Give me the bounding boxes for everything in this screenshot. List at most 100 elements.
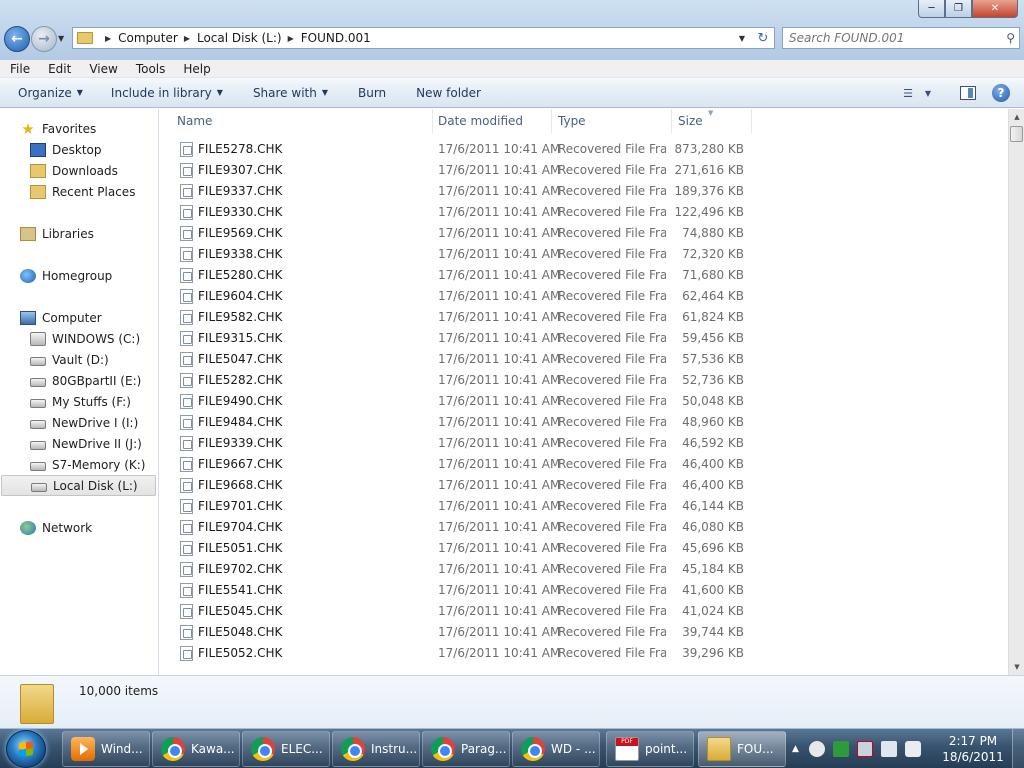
chevron-right-icon[interactable]: ▶: [184, 34, 190, 43]
table-row[interactable]: FILE9484.CHK 17/6/2011 10:41 AM Recovered …: [160, 412, 760, 433]
refresh-button[interactable]: ↻: [752, 27, 774, 49]
table-row[interactable]: FILE9668.CHK 17/6/2011 10:41 AM Recovered …: [160, 475, 760, 496]
table-row[interactable]: FILE9667.CHK 17/6/2011 10:41 AM Recovered …: [160, 454, 760, 475]
maximize-button[interactable]: ❐: [945, 0, 972, 18]
column-type[interactable]: Type: [552, 109, 672, 133]
menu-file[interactable]: File: [0, 62, 38, 76]
table-row[interactable]: FILE5051.CHK 17/6/2011 10:41 AM Recovered …: [160, 538, 760, 559]
chevron-right-icon[interactable]: ▶: [105, 34, 111, 43]
address-bar[interactable]: ▶ Computer ▶ Local Disk (L:) ▶ FOUND.001…: [72, 27, 775, 49]
show-hidden-icons-icon[interactable]: ▲: [792, 744, 799, 754]
table-row[interactable]: FILE9337.CHK 17/6/2011 10:41 AM Recovered …: [160, 181, 760, 202]
minimize-button[interactable]: ─: [918, 0, 945, 18]
table-row[interactable]: FILE9315.CHK 17/6/2011 10:41 AM Recovered …: [160, 328, 760, 349]
back-button[interactable]: ←: [4, 26, 30, 52]
taskbar-item-chrome-4[interactable]: Parag...: [422, 731, 510, 767]
table-row[interactable]: FILE9582.CHK 17/6/2011 10:41 AM Recovered …: [160, 307, 760, 328]
nav-recent-places[interactable]: Recent Places: [0, 181, 156, 202]
menu-view[interactable]: View: [79, 62, 125, 76]
nav-drive-l[interactable]: Local Disk (L:): [1, 475, 156, 496]
taskbar-item-pdf[interactable]: point...: [606, 731, 694, 767]
show-desktop-button[interactable]: [1012, 729, 1024, 768]
nav-drive-j[interactable]: NewDrive II (J:): [0, 433, 156, 454]
preview-pane-icon[interactable]: [960, 86, 976, 100]
table-row[interactable]: FILE9604.CHK 17/6/2011 10:41 AM Recovered …: [160, 286, 760, 307]
search-box[interactable]: ⚲: [782, 27, 1020, 49]
taskbar-item-chrome-5[interactable]: WD - ...: [512, 731, 600, 767]
vertical-scrollbar[interactable]: ▲ ▼: [1008, 109, 1024, 675]
table-row[interactable]: FILE5282.CHK 17/6/2011 10:41 AM Recovered …: [160, 370, 760, 391]
nav-drive-d[interactable]: Vault (D:): [0, 349, 156, 370]
table-row[interactable]: FILE9490.CHK 17/6/2011 10:41 AM Recovered …: [160, 391, 760, 412]
chat-icon[interactable]: [808, 741, 825, 757]
chevron-down-icon[interactable]: ▼: [920, 86, 936, 100]
taskbar-item-chrome-1[interactable]: Kawa...: [152, 731, 240, 767]
start-button[interactable]: [6, 730, 46, 768]
help-icon[interactable]: ?: [992, 84, 1010, 102]
view-details-icon[interactable]: ☰: [900, 86, 916, 100]
forward-button[interactable]: →: [31, 26, 57, 52]
menu-tools[interactable]: Tools: [126, 62, 174, 76]
menu-help[interactable]: Help: [173, 62, 218, 76]
clock[interactable]: 2:17 PM 18/6/2011: [938, 733, 1008, 765]
app-tray-icon[interactable]: [832, 741, 849, 757]
table-row[interactable]: FILE5048.CHK 17/6/2011 10:41 AM Recovered …: [160, 622, 760, 643]
table-row[interactable]: FILE9704.CHK 17/6/2011 10:41 AM Recovered …: [160, 517, 760, 538]
taskbar-item-chrome-3[interactable]: Instru...: [332, 731, 420, 767]
menu-edit[interactable]: Edit: [38, 62, 79, 76]
nav-network[interactable]: Network: [0, 517, 156, 538]
table-row[interactable]: FILE9338.CHK 17/6/2011 10:41 AM Recovered …: [160, 244, 760, 265]
table-row[interactable]: FILE9307.CHK 17/6/2011 10:41 AM Recovered …: [160, 160, 760, 181]
taskbar-item-chrome-2[interactable]: ELEC...: [242, 731, 330, 767]
breadcrumb-found[interactable]: FOUND.001: [301, 31, 371, 45]
table-row[interactable]: FILE5278.CHK 17/6/2011 10:41 AM Recovered …: [160, 139, 760, 160]
nav-computer[interactable]: Computer: [0, 307, 156, 328]
include-in-library-button[interactable]: Include in library ▼: [111, 86, 223, 100]
new-folder-button[interactable]: New folder: [416, 86, 481, 100]
breadcrumb-computer[interactable]: Computer: [118, 31, 178, 45]
nav-desktop[interactable]: Desktop: [0, 139, 156, 160]
volume-icon[interactable]: [904, 741, 921, 757]
nav-drive-i[interactable]: NewDrive I (I:): [0, 412, 156, 433]
table-row[interactable]: FILE5280.CHK 17/6/2011 10:41 AM Recovered …: [160, 265, 760, 286]
address-history-dropdown[interactable]: ▼: [734, 34, 750, 43]
table-row[interactable]: FILE9702.CHK 17/6/2011 10:41 AM Recovered …: [160, 559, 760, 580]
column-date-modified[interactable]: Date modified: [432, 109, 552, 133]
new-folder-label: New folder: [416, 85, 481, 100]
table-row[interactable]: FILE5045.CHK 17/6/2011 10:41 AM Recovered …: [160, 601, 760, 622]
nav-libraries[interactable]: Libraries: [0, 223, 156, 244]
search-input[interactable]: [789, 31, 989, 45]
column-name[interactable]: Name: [171, 109, 433, 133]
taskbar-label: Wind...: [101, 742, 143, 756]
taskbar-item-media-player[interactable]: Wind...: [62, 731, 150, 767]
burn-button[interactable]: Burn: [358, 86, 386, 100]
chevron-right-icon[interactable]: ▶: [288, 34, 294, 43]
close-button[interactable]: ✕: [972, 0, 1018, 18]
table-row[interactable]: FILE5047.CHK 17/6/2011 10:41 AM Recovered …: [160, 349, 760, 370]
nav-drive-c[interactable]: WINDOWS (C:): [0, 328, 156, 349]
nav-drive-k[interactable]: S7-Memory (K:): [0, 454, 156, 475]
scroll-thumb[interactable]: [1010, 126, 1023, 142]
table-row[interactable]: FILE9569.CHK 17/6/2011 10:41 AM Recovered …: [160, 223, 760, 244]
breadcrumb-local-disk[interactable]: Local Disk (L:): [197, 31, 282, 45]
scroll-down-arrow[interactable]: ▼: [1009, 659, 1024, 675]
file-type: Recovered File Fra...: [558, 205, 666, 219]
table-row[interactable]: FILE5541.CHK 17/6/2011 10:41 AM Recovered …: [160, 580, 760, 601]
search-icon[interactable]: ⚲: [1006, 31, 1015, 45]
nav-drive-f[interactable]: My Stuffs (F:): [0, 391, 156, 412]
table-row[interactable]: FILE5052.CHK 17/6/2011 10:41 AM Recovered …: [160, 643, 760, 664]
nav-favorites[interactable]: ★ Favorites: [0, 118, 156, 139]
recent-pages-dropdown[interactable]: ▼: [58, 34, 64, 43]
nav-drive-e[interactable]: 80GBpartII (E:): [0, 370, 156, 391]
table-row[interactable]: FILE9330.CHK 17/6/2011 10:41 AM Recovered …: [160, 202, 760, 223]
network-tray-icon[interactable]: [880, 741, 897, 757]
share-with-button[interactable]: Share with ▼: [253, 86, 328, 100]
taskbar-item-explorer[interactable]: FOU...: [698, 731, 786, 767]
scroll-up-arrow[interactable]: ▲: [1009, 109, 1024, 125]
table-row[interactable]: FILE9339.CHK 17/6/2011 10:41 AM Recovered …: [160, 433, 760, 454]
table-row[interactable]: FILE9701.CHK 17/6/2011 10:41 AM Recovered …: [160, 496, 760, 517]
organize-button[interactable]: Organize ▼: [18, 86, 83, 100]
nav-homegroup[interactable]: Homegroup: [0, 265, 156, 286]
flag-icon[interactable]: [856, 741, 873, 757]
nav-downloads[interactable]: Downloads: [0, 160, 156, 181]
